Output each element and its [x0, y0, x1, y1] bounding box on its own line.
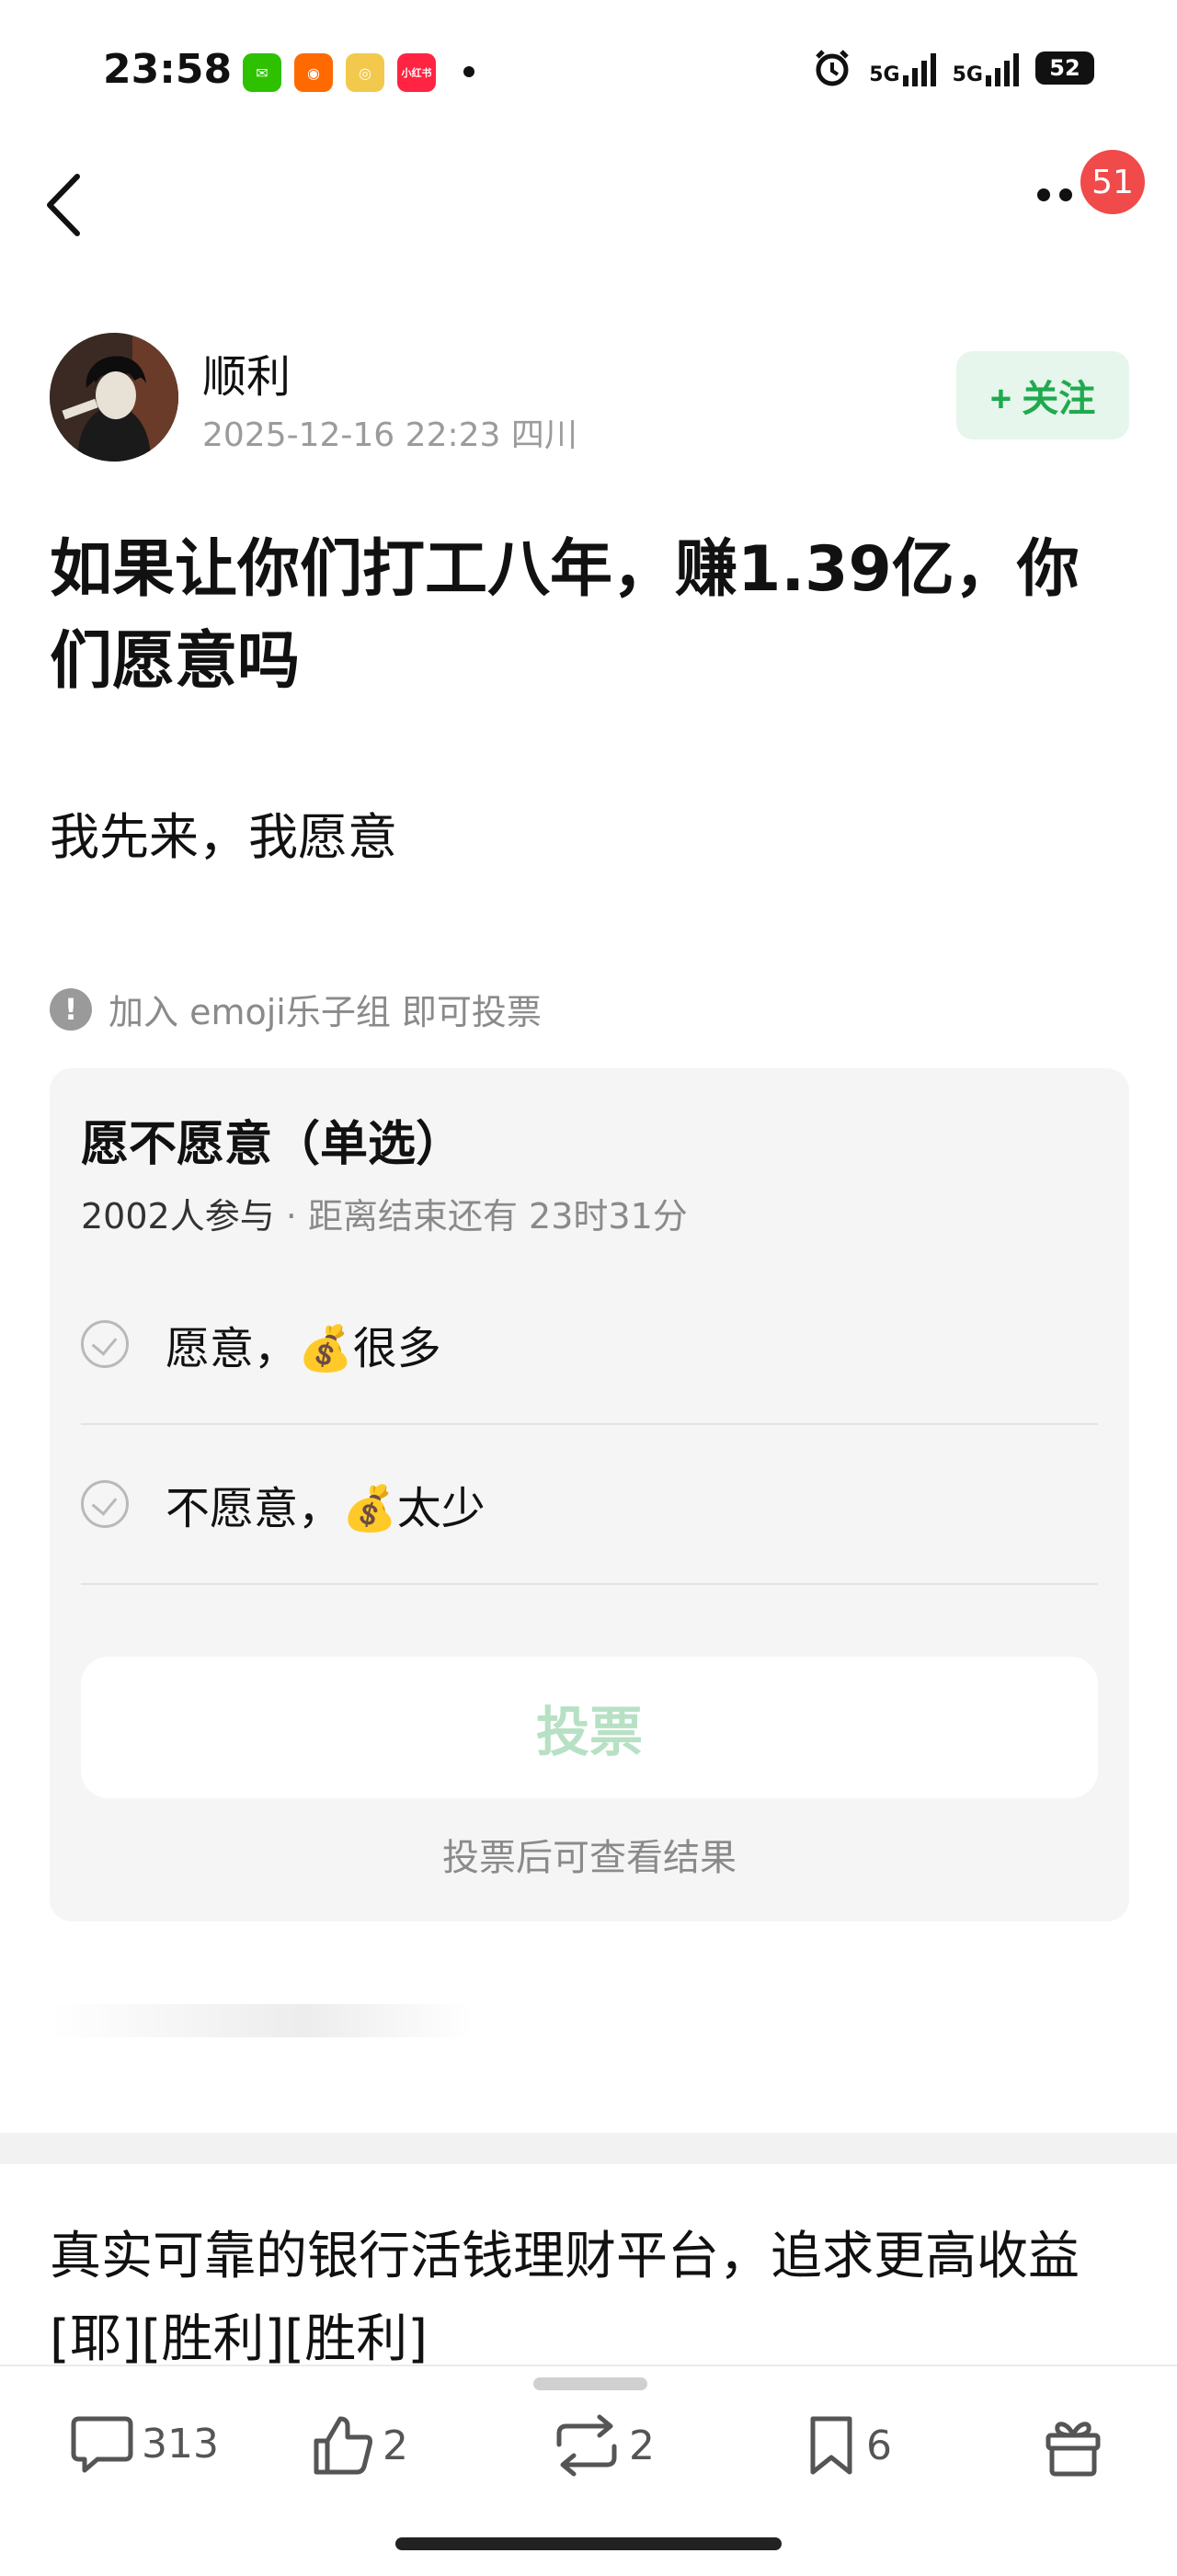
status-time: 23:58 [103, 46, 233, 93]
poll-title: 愿不愿意（单选） [81, 1117, 464, 1172]
poll-option[interactable]: 愿意，💰很多 [81, 1265, 1098, 1425]
check-circle-icon [81, 1480, 129, 1528]
favorite-count: 6 [866, 2422, 892, 2469]
repost-icon [556, 2414, 617, 2477]
signal-2-label: 5G [952, 63, 983, 86]
vote-requirement-notice[interactable]: ! 加入 emoji乐子组 即可投票 [50, 984, 542, 1034]
battery-indicator: 52 [1035, 51, 1094, 85]
notification-app-icons: ✉ ◉ ◎ 小红书 [243, 53, 436, 92]
status-indicators: 5G 5G 52 [812, 48, 1094, 88]
poll-option-label: 不愿意，💰太少 [166, 1483, 486, 1534]
repost-button[interactable]: 2 [552, 2413, 655, 2478]
post-title: 如果让你们打工八年，赚1.39亿，你们愿意吗 [50, 533, 1080, 698]
repost-count: 2 [629, 2422, 655, 2469]
like-button[interactable]: 2 [311, 2413, 408, 2478]
follow-button[interactable]: + 关注 [956, 351, 1129, 439]
author-name[interactable]: 顺利 [202, 340, 291, 405]
section-divider [0, 2133, 1177, 2164]
more-options-icon[interactable] [1037, 188, 1072, 201]
promoted-text[interactable]: 真实可靠的银行活钱理财平台，追求更高收益[耶][胜利][胜利] [50, 2216, 1126, 2381]
notification-badge: 51 [1080, 150, 1145, 214]
poll-hint: 投票后可查看结果 [442, 1837, 737, 1879]
comment-count: 313 [142, 2420, 219, 2468]
info-icon: ! [50, 987, 92, 1031]
weibo-icon: ◎ [346, 53, 384, 92]
wechat-icon: ✉ [243, 53, 281, 92]
thumbs-up-icon [314, 2416, 372, 2475]
poll-participants: 2002人参与 [81, 1196, 275, 1237]
bookmark-icon [810, 2416, 852, 2475]
back-arrow-icon[interactable] [37, 164, 92, 246]
notice-text: 加入 emoji乐子组 即可投票 [109, 992, 542, 1032]
post-body: 我先来，我愿意 [50, 808, 397, 866]
poll-separator: · [274, 1196, 308, 1237]
signal-1: 5G [869, 50, 936, 86]
comment-button[interactable]: 313 [70, 2413, 219, 2474]
signal-2: 5G [953, 50, 1019, 86]
check-circle-icon [81, 1320, 129, 1368]
poll-card: 愿不愿意（单选） 2002人参与 · 距离结束还有 23时31分 愿意，💰很多 … [50, 1068, 1129, 1921]
kuaishou-icon: ◉ [294, 53, 333, 92]
favorite-button[interactable]: 6 [804, 2413, 892, 2478]
avatar[interactable] [50, 333, 178, 462]
gift-icon [1046, 2422, 1101, 2477]
poll-meta: 2002人参与 · 距离结束还有 23时31分 [81, 1188, 688, 1238]
xiaohongshu-icon: 小红书 [397, 53, 436, 92]
signal-bars-icon [902, 50, 936, 86]
poll-remaining-time: 距离结束还有 23时31分 [307, 1196, 688, 1237]
gift-button[interactable] [1043, 2413, 1103, 2478]
vote-button[interactable]: 投票 [81, 1657, 1098, 1798]
avatar-illustration [50, 333, 178, 462]
drag-handle[interactable] [533, 2377, 647, 2390]
signal-1-label: 5G [869, 63, 900, 86]
comment-icon [71, 2416, 133, 2473]
poll-option[interactable]: 不愿意，💰太少 [81, 1425, 1098, 1585]
like-count: 2 [383, 2422, 408, 2469]
post-meta: 2025-12-16 22:23 四川 [202, 416, 577, 454]
poll-option-label: 愿意，💰很多 [166, 1323, 441, 1374]
more-notifications-dot [463, 66, 474, 77]
alarm-icon [816, 50, 850, 86]
signal-bars-icon [986, 50, 1019, 86]
blurred-content [50, 2004, 473, 2037]
home-indicator[interactable] [395, 2537, 782, 2550]
